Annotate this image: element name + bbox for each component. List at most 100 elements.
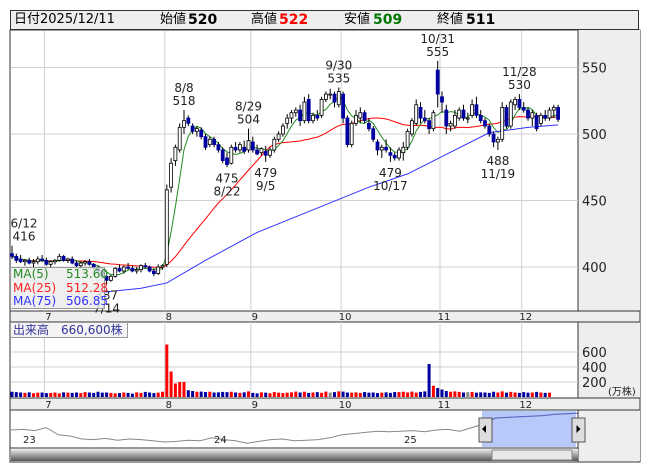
candle-down <box>375 141 380 151</box>
candle-down <box>388 152 393 156</box>
candle-down <box>40 258 44 261</box>
candle-up <box>48 261 53 265</box>
candle-down <box>521 107 526 111</box>
candle-down <box>384 146 389 151</box>
candle-up <box>349 122 354 146</box>
candle-down <box>10 253 14 257</box>
volume-bar <box>328 392 332 397</box>
chart-canvas[interactable]: 6/124168/85184758/228/295044799/59/30535… <box>0 0 653 470</box>
volume-bar <box>371 392 375 397</box>
candle-down <box>44 259 49 265</box>
annotation-date: 11/28 <box>502 65 537 79</box>
volume-bar <box>40 392 44 397</box>
volume-bar <box>87 392 91 397</box>
volume-bar <box>345 392 349 397</box>
volume-bar <box>135 392 139 397</box>
volume-tick-200: 200 <box>582 376 607 391</box>
candle-down <box>199 129 204 138</box>
annotation-price: 479 <box>254 166 277 180</box>
volume-bar <box>466 392 470 397</box>
volume-bar <box>272 392 276 397</box>
annotation-price: 555 <box>426 45 449 59</box>
annotation-price: 488 <box>486 154 509 168</box>
candle-down <box>74 262 79 267</box>
volume-bar <box>380 392 384 397</box>
candle-up <box>78 262 83 267</box>
candle-down <box>87 261 92 265</box>
volume-bar <box>221 391 225 397</box>
ma25-label: MA(25) <box>13 280 57 295</box>
candle-down <box>543 114 548 119</box>
scrollbar-thumb[interactable] <box>491 449 573 461</box>
candle-up <box>397 149 401 159</box>
annotation-price: 530 <box>508 78 531 92</box>
volume-bar <box>156 392 160 397</box>
candle-down <box>461 109 466 119</box>
candle-down <box>70 258 75 264</box>
annotation-date: 9/5 <box>256 179 275 193</box>
candle-up <box>177 126 182 151</box>
candle-down <box>126 266 130 269</box>
candle-up <box>508 101 513 127</box>
candle-up <box>551 107 556 111</box>
volume-bar <box>62 392 66 397</box>
volume-bar <box>161 391 164 397</box>
candle-up <box>22 259 27 263</box>
candle-up <box>259 148 264 154</box>
candle-up <box>401 146 406 154</box>
volume-bar <box>358 392 362 397</box>
volume-bar <box>92 392 96 397</box>
volume-bar <box>474 392 478 397</box>
candle-down <box>130 267 135 272</box>
volume-bar <box>302 391 306 397</box>
candle-down <box>478 114 483 122</box>
candle-down <box>418 107 423 119</box>
candle-down <box>474 104 479 116</box>
volume-bar <box>285 392 289 397</box>
candle-up <box>57 255 62 261</box>
candle-up <box>328 93 333 96</box>
volume-bar <box>526 392 530 397</box>
volume-bar <box>32 393 35 397</box>
navigator-side-panel <box>578 410 640 461</box>
volume-bar <box>462 392 465 397</box>
candle-up <box>530 112 535 119</box>
candle-down <box>225 157 229 165</box>
price-tick-550: 550 <box>582 62 607 77</box>
candle-down <box>233 146 238 151</box>
volume-bar <box>44 393 48 397</box>
price-tick-500: 500 <box>582 128 607 143</box>
volume-bar <box>238 392 242 397</box>
volume-bar <box>212 392 216 397</box>
candle-up <box>285 117 290 124</box>
volume-bar <box>165 344 169 397</box>
volume-bar <box>152 393 156 397</box>
volume-bar <box>208 391 212 397</box>
volume-bar <box>113 393 117 397</box>
volume-bar <box>423 391 427 397</box>
volume-bar <box>539 392 543 397</box>
volume-bar <box>36 392 40 397</box>
candle-up <box>409 120 414 135</box>
volume-bar <box>14 392 18 397</box>
volume-bar <box>143 391 147 397</box>
volume-bar <box>178 382 182 397</box>
volume-bar <box>23 392 27 397</box>
volume-bar <box>324 391 328 397</box>
volume-bar <box>535 391 539 397</box>
volume-bar <box>49 392 53 397</box>
volume-bar <box>397 392 401 397</box>
volume-bar <box>53 392 57 397</box>
volume-bar <box>139 392 143 397</box>
navigator-year-label: 24 <box>214 435 227 446</box>
volume-bar <box>522 392 526 397</box>
candle-up <box>272 138 277 151</box>
ma5-value: 513.60 <box>66 267 108 281</box>
candle-up <box>289 112 294 119</box>
volume-bar <box>315 392 319 397</box>
candle-up <box>246 140 251 151</box>
candle-up <box>319 99 324 116</box>
volume-bar <box>367 392 371 397</box>
candle-down <box>250 141 255 151</box>
stock-chart-window: 日付 2025/12/11 始値 520 高値 522 安値 509 終値 51… <box>0 0 653 470</box>
